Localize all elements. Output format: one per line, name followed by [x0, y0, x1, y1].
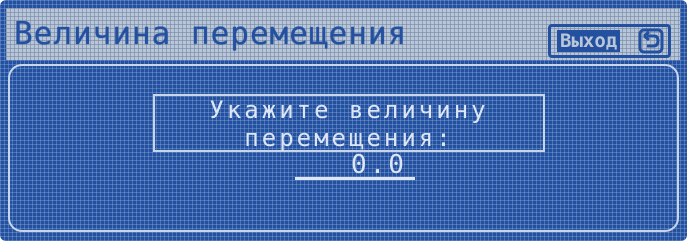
- exit-button[interactable]: Выход: [548, 24, 671, 58]
- prompt-line-2: перемещения:: [244, 124, 454, 152]
- value-padding: [295, 150, 351, 180]
- displacement-value-input[interactable]: 0.0: [295, 150, 415, 180]
- value-text: 0.0: [350, 150, 407, 180]
- title-bar: Величина перемещения Выход: [6, 8, 680, 60]
- page-title: Величина перемещения: [14, 16, 408, 52]
- content-panel: Укажите величину перемещения: 0.0: [8, 64, 679, 232]
- return-arrow-icon: [638, 28, 664, 54]
- exit-button-label: Выход: [557, 30, 621, 52]
- lcd-screen: Величина перемещения Выход Укажите велич…: [0, 0, 687, 241]
- prompt-line-1: Укажите величину: [209, 96, 489, 124]
- input-underline: [295, 177, 415, 180]
- prompt-box: Укажите величину перемещения:: [153, 94, 545, 152]
